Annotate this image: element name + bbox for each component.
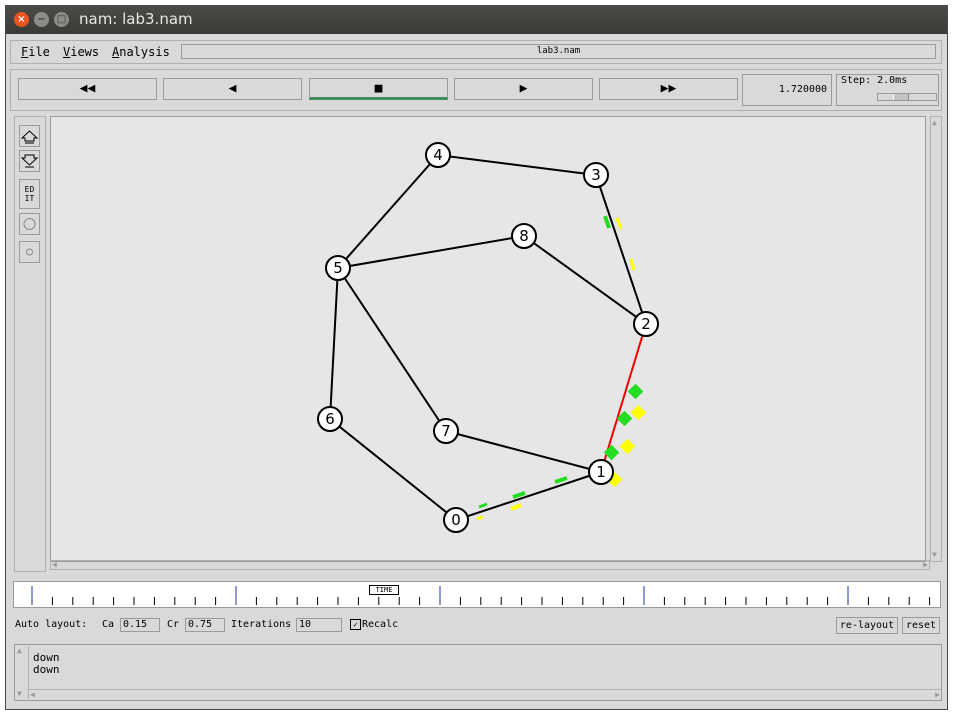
link-5-7[interactable] [337,267,447,432]
minimize-icon[interactable]: − [34,12,49,27]
fast-forward-button[interactable]: ▶▶ [599,78,738,100]
link-7-1[interactable] [445,430,602,473]
step-slider[interactable] [877,93,937,101]
node-4[interactable]: 4 [425,142,451,168]
reset-button[interactable]: reset [902,617,940,634]
packet-yellow [615,217,623,230]
circle-icon[interactable] [19,213,40,235]
play-button[interactable]: ▶ [454,78,593,100]
node-0[interactable]: 0 [443,507,469,533]
packet-green [478,502,488,509]
close-icon[interactable]: × [14,12,29,27]
network-canvas[interactable]: 0 1 2 3 4 5 6 7 8 [50,116,926,562]
node-label: 1 [596,463,606,481]
node-label: 0 [451,511,461,529]
log-line: down [33,663,60,676]
log-scroll-down-icon[interactable]: ▼ [17,690,22,698]
timeline-ticks [31,586,931,605]
node-7[interactable]: 7 [433,418,459,444]
recalc-label: Recalc [362,619,399,630]
iterations-input[interactable]: 10 [296,618,342,632]
ca-label: Ca [102,619,115,630]
title-bar: × − □ nam: lab3.nam [6,6,947,34]
node-1[interactable]: 1 [588,459,614,485]
re-layout-button[interactable]: re-layout [836,617,898,634]
packet-green [512,491,526,499]
node-label: 6 [325,410,335,428]
menu-views[interactable]: Views [63,45,99,59]
network-graph[interactable]: 0 1 2 3 4 5 6 7 8 [51,117,925,561]
packet-yellow [630,404,647,421]
cr-input[interactable]: 0.75 [185,618,225,632]
zoom-in-icon[interactable] [19,125,40,147]
packets-group [476,215,647,521]
ca-input[interactable]: 0.15 [120,618,160,632]
log-scroll-left-icon[interactable]: ◀ [30,691,35,699]
edit-button[interactable]: ED IT [19,179,40,209]
step-back-button[interactable]: ◀ [163,78,302,100]
packet-yellow [619,438,636,455]
cr-label: Cr [167,619,180,630]
log-horizontal-scrollbar[interactable]: ◀ ▶ [29,689,941,700]
packet-yellow [476,515,484,521]
step-control: Step: 2.0ms [836,74,939,106]
log-scroll-up-icon[interactable]: ▲ [17,647,22,655]
link-5-8[interactable] [337,235,525,269]
link-4-3[interactable] [437,154,597,176]
menu-file[interactable]: File [21,45,50,59]
small-circle-icon[interactable] [19,241,40,263]
node-8[interactable]: 8 [511,223,537,249]
stop-button[interactable]: ■ [309,78,448,100]
link-8-2[interactable] [523,235,647,325]
time-marker[interactable]: TIME [369,585,399,595]
node-6[interactable]: 6 [317,406,343,432]
menu-analysis[interactable]: Analysis [112,45,170,59]
packet-yellow [629,258,636,271]
scroll-left-icon[interactable]: ◀ [52,561,57,569]
auto-layout-bar: Auto layout: Ca 0.15 Cr 0.75 Iterations … [14,617,942,635]
node-label: 7 [441,422,451,440]
nam-window: × − □ nam: lab3.nam File Views Analysis … [5,5,948,710]
node-label: 2 [641,315,651,333]
node-label: 4 [433,146,443,164]
nodes-group: 0 1 2 3 4 5 6 7 8 [317,142,659,533]
log-vertical-scrollbar[interactable]: ▲ ▼ [16,646,29,699]
log-panel: ▲ ▼ down down ◀ ▶ [14,644,942,701]
scroll-up-icon[interactable]: ▲ [932,119,937,127]
node-5[interactable]: 5 [325,255,351,281]
log-scroll-right-icon[interactable]: ▶ [935,691,940,699]
link-4-5[interactable] [337,154,439,269]
link-0-1[interactable] [455,471,602,521]
trace-filename: lab3.nam [181,44,936,59]
tool-panel: ED IT [14,116,46,572]
auto-layout-label: Auto layout: [15,619,88,630]
link-3-2[interactable] [595,174,647,325]
packet-green [603,215,611,229]
current-time: 1.720000 [742,74,832,106]
maximize-icon[interactable]: □ [54,12,69,27]
node-3[interactable]: 3 [583,162,609,188]
timeline-slider[interactable]: TIME [13,581,941,608]
step-label: Step: 2.0ms [841,75,908,86]
packet-yellow [510,503,522,511]
rewind-button[interactable]: ◀◀ [18,78,157,100]
scroll-right-icon[interactable]: ▶ [923,561,928,569]
scroll-down-icon[interactable]: ▼ [932,551,937,559]
packet-green [627,383,644,400]
node-label: 5 [333,259,343,277]
node-2[interactable]: 2 [633,311,659,337]
canvas-vertical-scrollbar[interactable]: ▲ ▼ [930,116,942,562]
menu-bar: File Views Analysis lab3.nam [10,40,942,64]
node-label: 3 [591,166,601,184]
canvas-horizontal-scrollbar[interactable]: ◀ ▶ [50,560,930,570]
zoom-out-icon[interactable] [19,150,40,172]
recalc-checkbox[interactable]: ✓ [350,619,361,630]
packet-green [554,476,568,484]
step-slider-thumb[interactable] [893,94,909,100]
iterations-label: Iterations [231,619,292,630]
window-title: nam: lab3.nam [79,10,193,28]
node-label: 8 [519,227,529,245]
playback-controls: ◀◀ ◀ ■ ▶ ▶▶ 1.720000 Step: 2.0ms [10,69,942,111]
link-5-6[interactable] [329,267,339,420]
